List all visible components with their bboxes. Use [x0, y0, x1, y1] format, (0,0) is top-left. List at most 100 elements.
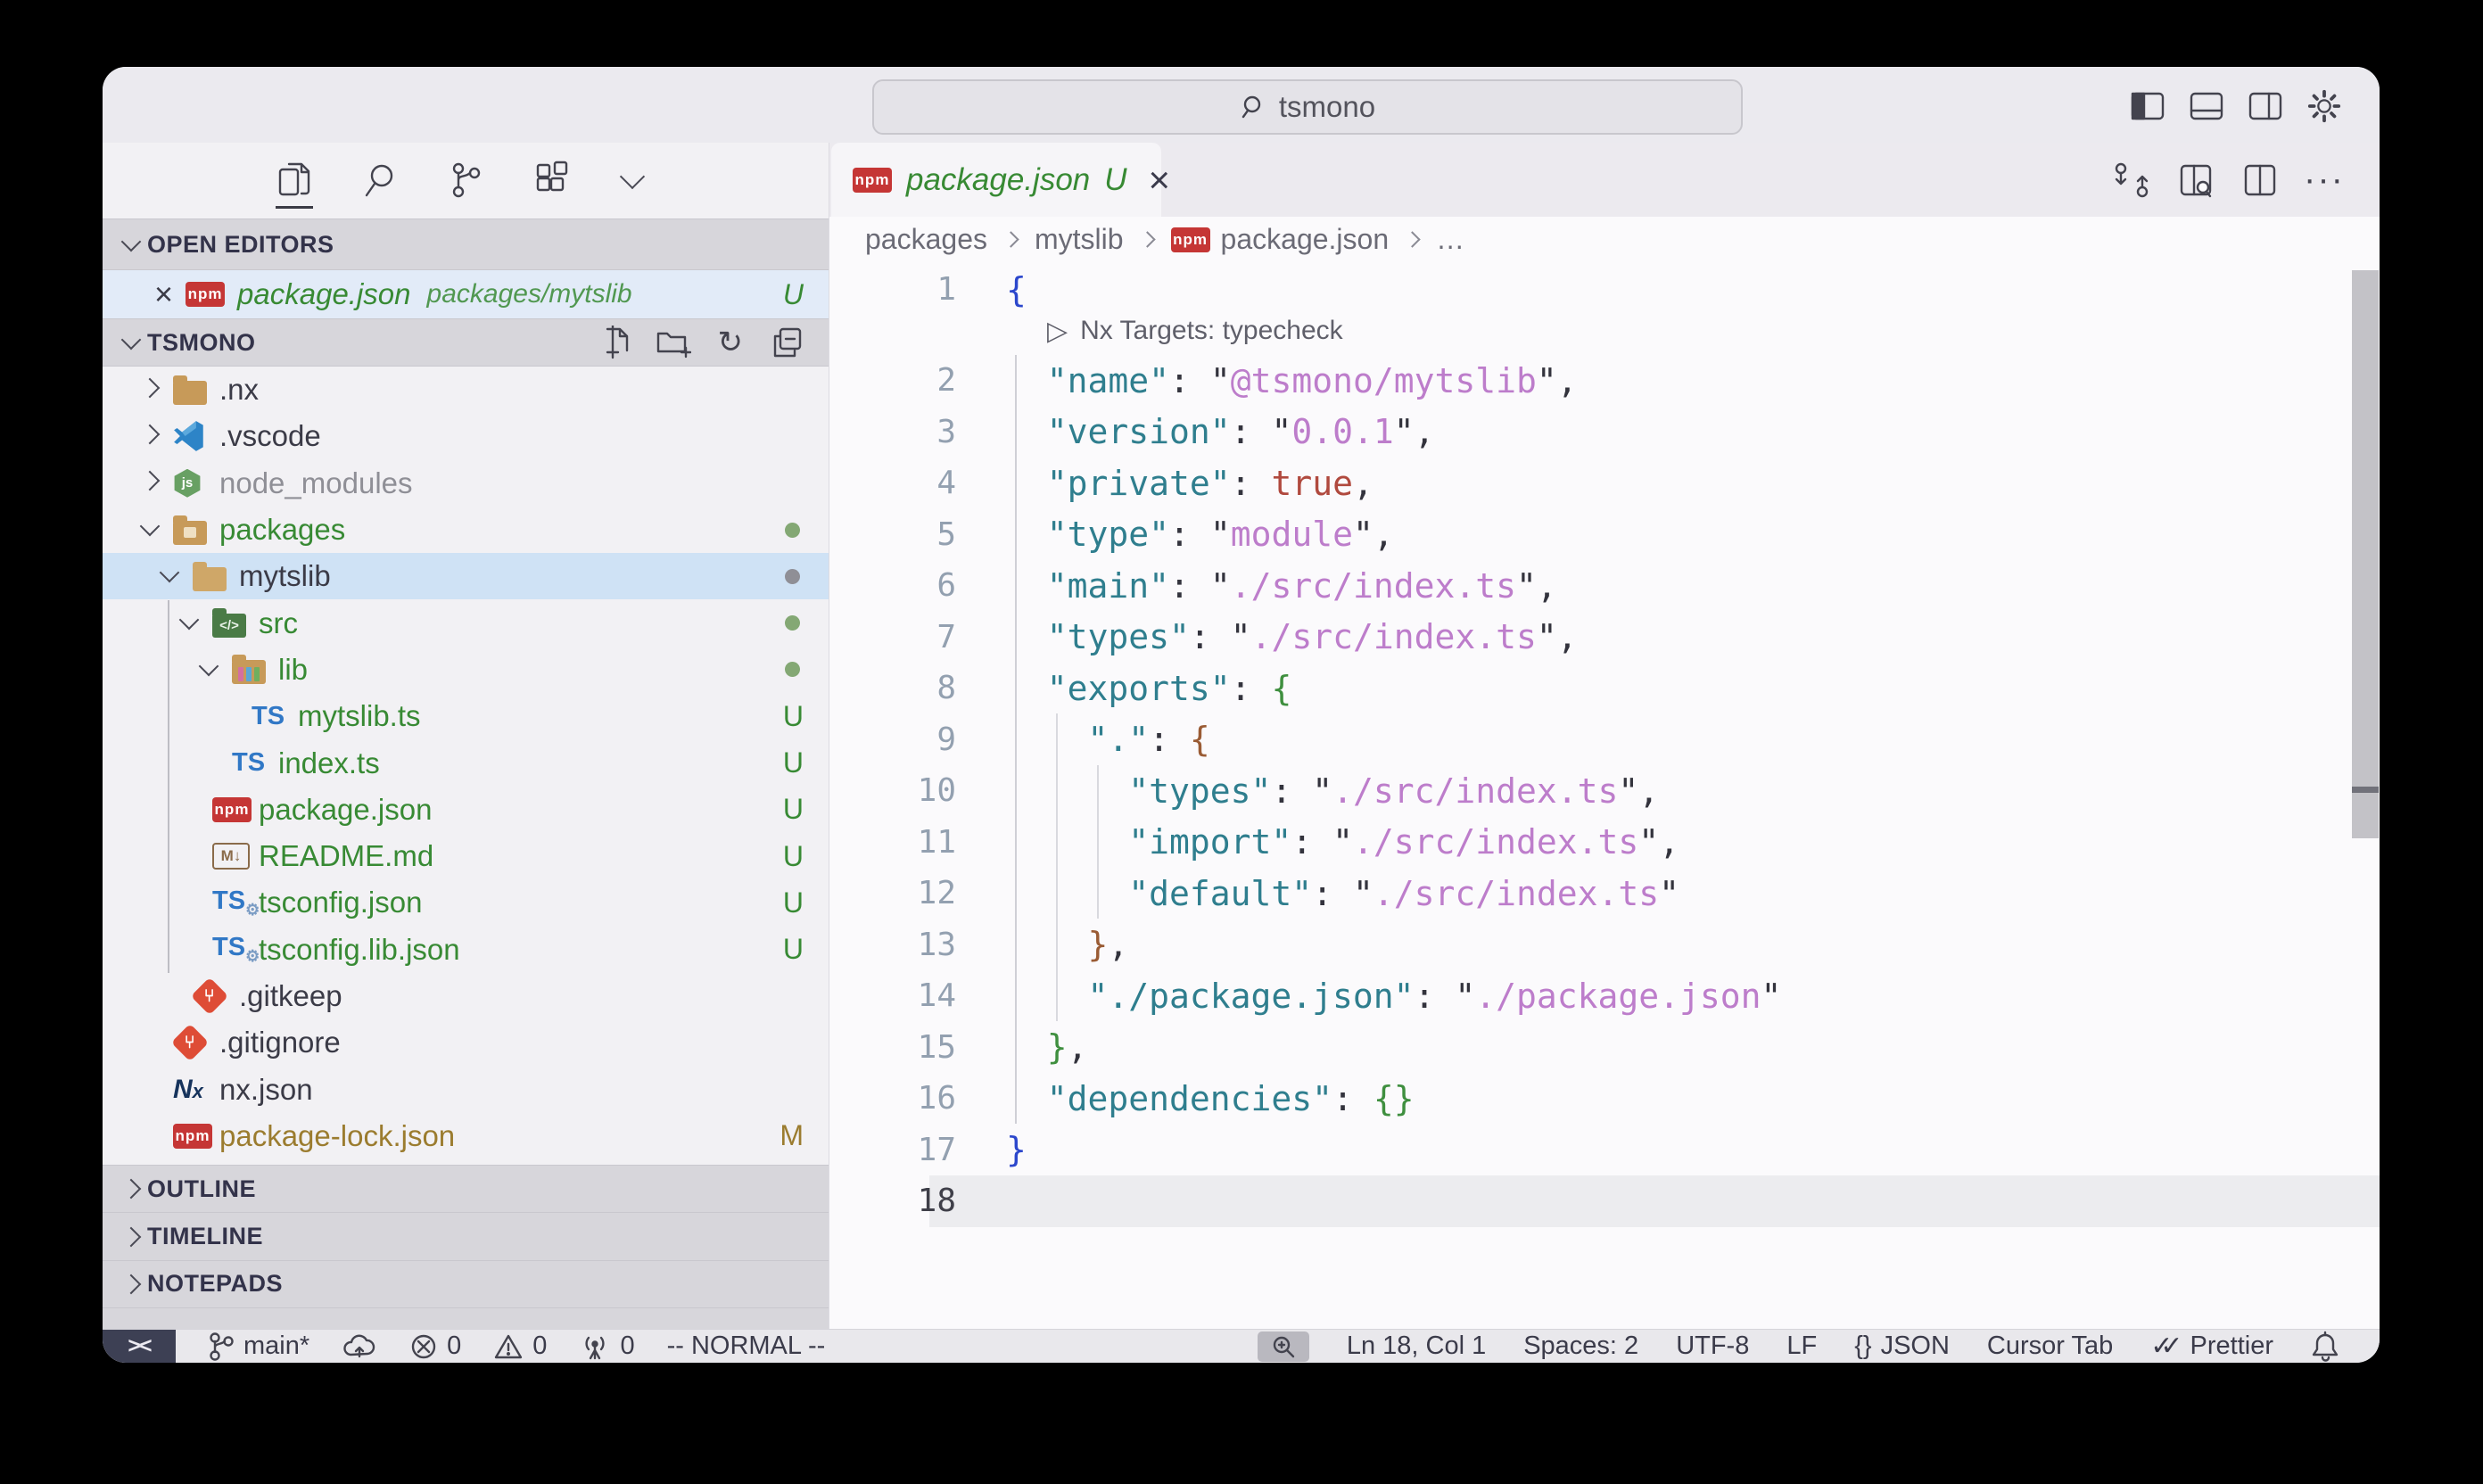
- vim-mode[interactable]: -- NORMAL --: [667, 1331, 826, 1361]
- toggle-panel-icon[interactable]: [2189, 88, 2224, 124]
- tree-item--gitkeep[interactable]: ⑂.gitkeep: [103, 973, 829, 1019]
- zoom-indicator-box: [1258, 1331, 1309, 1362]
- line-number: 3: [829, 414, 956, 450]
- untracked-badge: U: [783, 933, 804, 966]
- tree-item-label: package-lock.json: [219, 1119, 455, 1153]
- vscode-window: ← → tsmono OPEN EDITORS × npm package.js…: [103, 67, 2380, 1363]
- tree-item-package-lock-json[interactable]: npmpackage-lock.jsonM: [103, 1113, 829, 1159]
- open-editor-item[interactable]: × npm package.json packages/mytslib U: [103, 270, 829, 318]
- tab-title: package.json: [906, 162, 1090, 198]
- command-center-search[interactable]: tsmono: [872, 79, 1743, 135]
- extensions-icon[interactable]: [530, 153, 573, 207]
- tab-close-icon[interactable]: ×: [1149, 162, 1171, 198]
- settings-gear-icon[interactable]: [2306, 88, 2342, 124]
- breadcrumb-item[interactable]: …: [1436, 223, 1464, 256]
- toggle-primary-sidebar-icon[interactable]: [2130, 88, 2165, 124]
- section-label: OUTLINE: [147, 1175, 256, 1203]
- tree-item-label: lib: [278, 653, 308, 687]
- split-editor-icon[interactable]: [2240, 161, 2280, 200]
- toggle-secondary-sidebar-icon[interactable]: [2248, 88, 2283, 124]
- open-changes-icon[interactable]: [2112, 161, 2151, 200]
- cursor-position[interactable]: Ln 18, Col 1: [1347, 1331, 1486, 1361]
- tree-item-node-modules[interactable]: jsnode_modules: [103, 460, 829, 507]
- open-editors-section-header[interactable]: OPEN EDITORS: [103, 218, 829, 270]
- tree-item-package-json[interactable]: npmpackage.jsonU: [103, 787, 829, 833]
- more-actions-icon[interactable]: ···: [2305, 161, 2344, 200]
- search-icon[interactable]: [359, 153, 401, 207]
- cursor-tab[interactable]: Cursor Tab: [1987, 1331, 2113, 1361]
- code-line-15: 15 },: [829, 1022, 2380, 1074]
- more-views-chevron-icon[interactable]: [615, 153, 658, 207]
- tree-item-label: tsconfig.lib.json: [259, 933, 460, 967]
- untracked-badge: U: [783, 793, 804, 826]
- untracked-badge: U: [783, 886, 804, 919]
- tree-item-label: mytslib.ts: [298, 699, 421, 733]
- line-number: 14: [829, 977, 956, 1014]
- tree-item-src[interactable]: </>src: [103, 599, 829, 646]
- git-branch-status[interactable]: main*: [208, 1331, 309, 1362]
- tree-item-mytslib-ts[interactable]: TSmytslib.tsU: [103, 693, 829, 739]
- tab-package-json[interactable]: npm package.json U ×: [831, 143, 1161, 217]
- refresh-explorer-icon[interactable]: ↻: [713, 325, 748, 360]
- tree-item--vscode[interactable]: .vscode: [103, 413, 829, 459]
- line-number: 4: [829, 465, 956, 501]
- code-area[interactable]: ▷ Nx Targets: typecheck 1{2 "name": "@ts…: [829, 262, 2380, 1329]
- file-icon: M↓: [212, 843, 259, 870]
- tree-item-tsconfig-json[interactable]: TS⚙tsconfig.jsonU: [103, 879, 829, 926]
- source-control-icon[interactable]: [444, 153, 487, 207]
- notifications-bell-icon[interactable]: [2311, 1331, 2339, 1363]
- line-number: 16: [829, 1080, 956, 1117]
- file-icon: ⑂: [173, 1029, 219, 1056]
- tree-item-index-ts[interactable]: TSindex.tsU: [103, 739, 829, 786]
- tree-item--nx[interactable]: .nx: [103, 367, 829, 413]
- line-number: 7: [829, 619, 956, 655]
- warnings-status[interactable]: 0: [493, 1331, 547, 1361]
- remote-indicator[interactable]: ><: [103, 1330, 176, 1363]
- explorer-icon[interactable]: [273, 153, 316, 207]
- project-section-header[interactable]: TSMONO ↻: [103, 318, 829, 367]
- eol[interactable]: LF: [1786, 1331, 1817, 1361]
- breadcrumb-item[interactable]: packages: [865, 223, 987, 256]
- tree-item-mytslib[interactable]: mytslib: [103, 553, 829, 599]
- formatter[interactable]: ✓✓Prettier: [2150, 1331, 2273, 1362]
- file-icon: ⑂: [193, 983, 239, 1010]
- breadcrumb-item[interactable]: npmpackage.json: [1171, 223, 1390, 256]
- language-mode[interactable]: {}JSON: [1854, 1331, 1950, 1361]
- indentation[interactable]: Spaces: 2: [1523, 1331, 1638, 1361]
- tree-item-readme-md[interactable]: M↓README.mdU: [103, 833, 829, 879]
- code-line-9: 9 ".": {: [829, 714, 2380, 766]
- breadcrumb-separator-icon: [1139, 231, 1155, 247]
- chevron-right-icon: [140, 425, 161, 445]
- errors-status[interactable]: 0: [409, 1331, 461, 1361]
- breadcrumb: packages mytslib npmpackage.json …: [829, 217, 2380, 262]
- run-icon: ▷: [1047, 316, 1068, 347]
- file-icon: [193, 562, 239, 591]
- file-icon: npm: [173, 1124, 219, 1149]
- tree-item-tsconfig-lib-json[interactable]: TS⚙tsconfig.lib.jsonU: [103, 927, 829, 973]
- tree-item-nx-json[interactable]: Nxnx.json: [103, 1066, 829, 1112]
- tree-item-packages[interactable]: packages: [103, 507, 829, 553]
- chevron-right-icon: [121, 1179, 142, 1200]
- npm-file-icon: npm: [853, 168, 892, 193]
- open-preview-icon[interactable]: [2176, 161, 2215, 200]
- tree-item-lib[interactable]: lib: [103, 647, 829, 693]
- activity-bar: [103, 143, 829, 217]
- breadcrumb-item[interactable]: mytslib: [1035, 223, 1124, 256]
- section-header-notepads[interactable]: NOTEPADS: [103, 1261, 829, 1308]
- untracked-badge: U: [783, 840, 804, 873]
- collapse-folders-icon[interactable]: [770, 325, 805, 360]
- section-header-timeline[interactable]: TIMELINE: [103, 1213, 829, 1260]
- codelens-nx-targets[interactable]: ▷ Nx Targets: typecheck: [1047, 309, 1343, 353]
- code-line-14: 14 "./package.json": "./package.json": [829, 970, 2380, 1022]
- file-icon: TS⚙: [212, 886, 259, 919]
- zoom-indicator[interactable]: [1258, 1331, 1309, 1362]
- ports-status[interactable]: 0: [579, 1331, 634, 1361]
- new-folder-icon[interactable]: [656, 325, 691, 360]
- code-line-7: 7 "types": "./src/index.ts",: [829, 612, 2380, 664]
- sync-changes-icon[interactable]: [342, 1333, 377, 1360]
- tree-item--gitignore[interactable]: ⑂.gitignore: [103, 1019, 829, 1066]
- encoding[interactable]: UTF-8: [1676, 1331, 1749, 1361]
- section-header-outline[interactable]: OUTLINE: [103, 1166, 829, 1213]
- close-icon[interactable]: ×: [154, 276, 173, 313]
- new-file-icon[interactable]: [598, 325, 634, 360]
